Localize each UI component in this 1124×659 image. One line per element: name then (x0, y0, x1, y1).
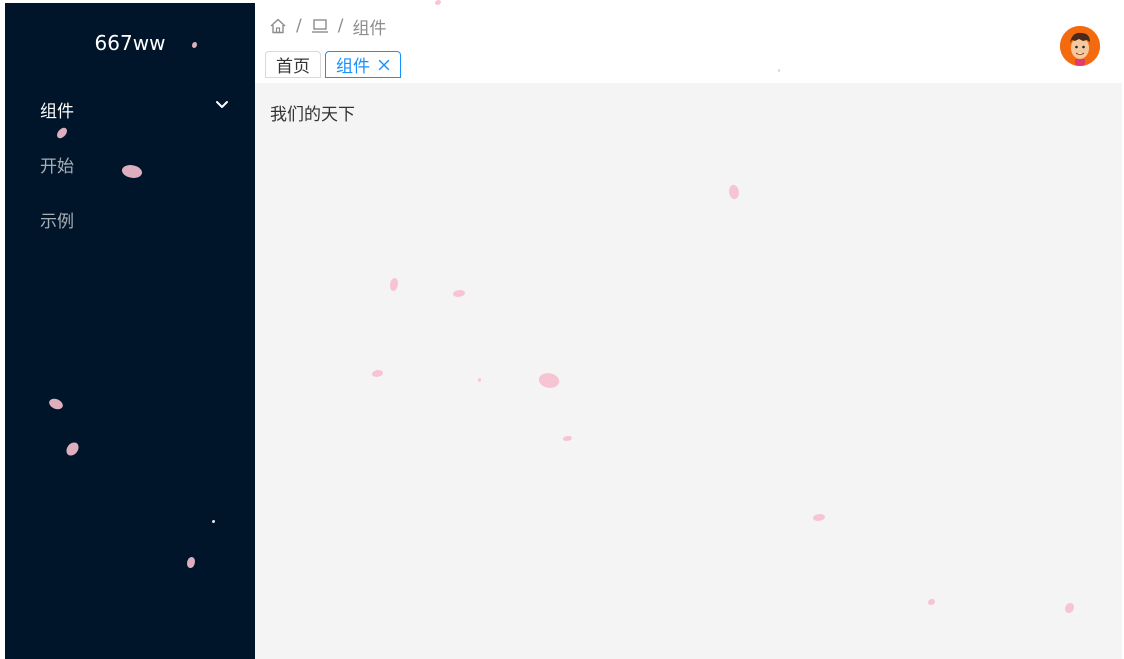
content-text: 我们的天下 (270, 105, 355, 125)
sidebar-item-label: 示例 (40, 212, 74, 232)
breadcrumb-separator: / (337, 16, 344, 36)
header: / / 组件 首页 组件 (255, 3, 1122, 83)
tab-bar: 首页 组件 (265, 51, 401, 78)
tab-label: 首页 (276, 57, 310, 77)
breadcrumb-current: 组件 (352, 18, 387, 39)
chevron-down-icon (216, 101, 228, 108)
tab-home[interactable]: 首页 (265, 51, 321, 78)
avatar-face-icon (1060, 26, 1100, 66)
avatar[interactable] (1060, 26, 1100, 66)
sidebar-item-examples[interactable]: 示例 (5, 200, 255, 236)
sidebar-item-label: 开始 (40, 157, 74, 177)
sidebar-item-start[interactable]: 开始 (5, 145, 255, 181)
tab-label: 组件 (336, 57, 370, 77)
app-root: 667ww 组件 开始 示例 / / 组件 首页 组件 我们的天下 (5, 3, 1122, 659)
home-icon[interactable] (269, 17, 287, 35)
menu-group-label: 组件 (40, 102, 74, 122)
tab-components[interactable]: 组件 (325, 51, 401, 78)
menu-group-components[interactable]: 组件 (5, 93, 255, 125)
close-icon[interactable] (378, 59, 390, 71)
logo: 667ww (94, 31, 166, 55)
laptop-icon[interactable] (311, 17, 329, 35)
sidebar: 667ww 组件 开始 示例 (5, 3, 255, 659)
breadcrumb: / / 组件 (269, 15, 387, 39)
breadcrumb-separator: / (296, 16, 302, 36)
main-content: 我们的天下 (255, 83, 1122, 659)
